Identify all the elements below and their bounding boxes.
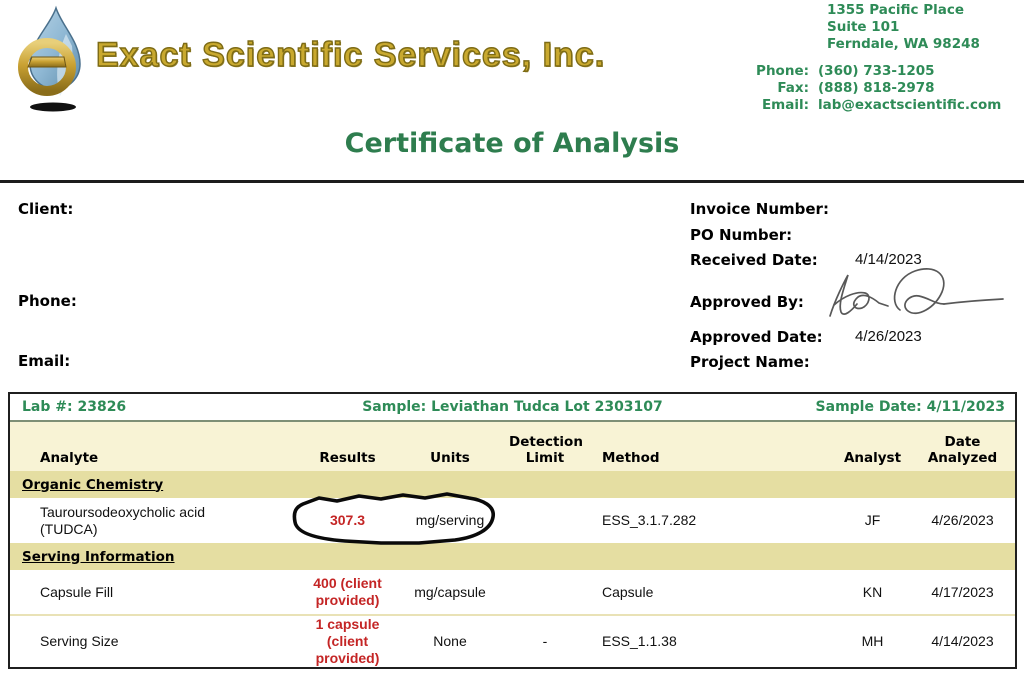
sample-date: Sample Date: 4/11/2023 [715,399,1015,415]
col-header-date-analyzed: Date Analyzed [927,434,999,466]
column-header-row: Analyte Results Units Detection Limit Me… [10,422,1015,471]
address-line-1: 1355 Pacific Place [827,2,980,19]
analyst-cell: MH [835,633,910,650]
col-header-units: Units [400,450,500,466]
analyst-cell: KN [835,584,910,601]
analyte-cell: Tauroursodeoxycholic acid (TUDCA) [10,504,295,538]
date-analyzed-cell: 4/17/2023 [910,584,1015,601]
col-header-method: Method [590,450,835,466]
client-label: Client: [18,200,73,218]
detection-limit-cell: - [500,633,590,650]
phone-label: Phone: [690,63,818,80]
method-cell: ESS_1.1.38 [590,633,835,650]
col-header-analyst: Analyst [835,450,910,466]
email-row: Email: lab@exactscientific.com [690,97,1020,114]
approved-by-label: Approved By: [690,293,804,311]
date-analyzed-cell: 4/26/2023 [910,512,1015,529]
analyte-cell: Capsule Fill [10,584,295,601]
phone-row: Phone: (360) 733-1205 [690,63,1020,80]
client-email-label: Email: [18,352,70,370]
section-header-organic-chemistry: Organic Chemistry [10,471,1015,498]
certificate-of-analysis-page: Exact Scientific Services, Inc. 1355 Pac… [0,0,1024,675]
analyst-cell: JF [835,512,910,529]
results-table: Lab #: 23826 Sample: Leviathan Tudca Lot… [8,392,1017,669]
table-row-capsule-fill: Capsule Fill 400 (client provided) mg/ca… [10,570,1015,616]
date-analyzed-cell: 4/14/2023 [910,633,1015,650]
company-contact: Phone: (360) 733-1205 Fax: (888) 818-297… [690,63,1020,114]
table-title-row: Lab #: 23826 Sample: Leviathan Tudca Lot… [10,394,1015,422]
table-row-serving-size: Serving Size 1 capsule (client provided)… [10,616,1015,667]
results-cell: 1 capsule (client provided) [295,616,400,667]
table-row-tudca: Tauroursodeoxycholic acid (TUDCA) 307.3 … [10,498,1015,543]
phone-number: (360) 733-1205 [818,63,935,80]
analyte-cell: Serving Size [10,633,295,650]
client-phone-label: Phone: [18,292,77,310]
fax-label: Fax: [690,80,818,97]
po-number-label: PO Number: [690,226,792,244]
results-cell: 400 (client provided) [295,575,400,609]
col-header-analyte: Analyte [10,450,295,466]
company-logotype: Exact Scientific Services, Inc. [96,36,605,75]
invoice-number-label: Invoice Number: [690,200,829,218]
results-cell: 307.3 [295,512,400,529]
project-name-label: Project Name: [690,353,810,371]
section-header-serving-information: Serving Information [10,543,1015,570]
units-cell: None [400,633,500,650]
method-cell: ESS_3.1.7.282 [590,512,835,529]
page-title: Certificate of Analysis [0,128,1024,159]
company-address: 1355 Pacific Place Suite 101 Ferndale, W… [827,2,980,53]
col-header-results: Results [295,450,400,466]
sample-name: Sample: Leviathan Tudca Lot 2303107 [310,399,715,415]
horizontal-divider [0,180,1024,183]
received-date-label: Received Date: [690,251,818,269]
approved-date-label: Approved Date: [690,328,823,346]
method-cell: Capsule [590,584,835,601]
lab-number: Lab #: 23826 [10,399,310,415]
col-header-detection-limit: Detection Limit [509,434,581,466]
units-cell: mg/serving [400,512,500,529]
logo-drop-icon [14,4,94,114]
address-line-3: Ferndale, WA 98248 [827,36,980,53]
approver-signature [818,258,1008,336]
email-label: Email: [690,97,818,114]
fax-number: (888) 818-2978 [818,80,935,97]
address-line-2: Suite 101 [827,19,980,36]
units-cell: mg/capsule [400,584,500,601]
email-address: lab@exactscientific.com [818,97,1001,114]
fax-row: Fax: (888) 818-2978 [690,80,1020,97]
